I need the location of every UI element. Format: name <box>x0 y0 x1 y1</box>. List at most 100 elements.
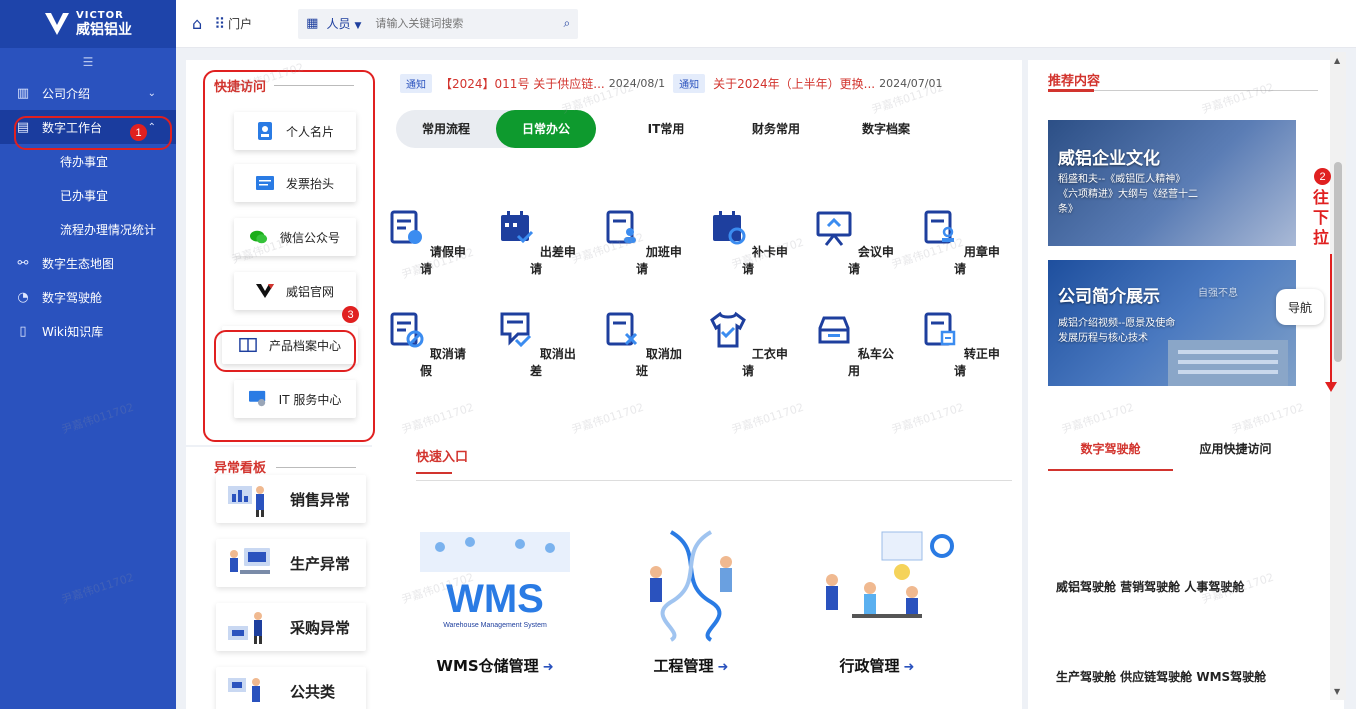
administration-illustration-icon <box>826 531 954 618</box>
banner-company-intro[interactable]: 公司简介展示 自强不息 威铝介绍视频--愿景及使命 发展历程与核心技术 <box>1048 260 1296 386</box>
apps-grid-icon[interactable]: ⠿ <box>214 15 225 33</box>
scrollbar-thumb[interactable] <box>1334 162 1342 362</box>
recommend-underline <box>1048 89 1094 92</box>
abnormal-sales[interactable]: 销售异常 <box>216 475 366 523</box>
banner-culture[interactable]: 威铝企业文化 稻盛和夫--《威铝匠人精神》 《六项精进》大纲与《经营十二 条》 <box>1048 120 1296 246</box>
sidebar-subitem-todo[interactable]: 待办事宜 <box>0 144 176 178</box>
abnormal-production[interactable]: 生产异常 <box>216 539 366 587</box>
tab-digital-cockpit[interactable]: 数字驾驶舱 <box>1048 440 1173 471</box>
chevron-up-icon: ⌃ <box>147 121 156 133</box>
nav-button[interactable]: 导航 <box>1276 289 1324 325</box>
sidebar-item-workbench[interactable]: ▤ 数字工作台 ⌃ <box>0 110 176 144</box>
regularization-form-icon <box>924 312 956 346</box>
tab-digital-archive[interactable]: 数字档案 <box>836 110 936 148</box>
notice-date: 2024/08/1 <box>608 77 666 90</box>
sales-illustration-icon <box>228 486 264 517</box>
func-meeting[interactable]: 会议申请 <box>814 208 894 277</box>
scroll-hint-char: 往 <box>1312 188 1329 207</box>
scroll-up-icon[interactable]: ▲ <box>1334 56 1340 65</box>
entry-engineering[interactable]: 工程管理 ➜ <box>626 522 756 676</box>
wechat-icon <box>249 228 268 246</box>
wms-illustration-icon: WMSWarehouse Management System <box>420 532 570 629</box>
tab-finance-common[interactable]: 财务常用 <box>726 110 826 148</box>
quick-access-title: 快捷访问 <box>214 80 267 95</box>
wms-subtitle: Warehouse Management System <box>443 622 547 629</box>
abnormal-public[interactable]: 公共类 <box>216 667 366 709</box>
entry-wms[interactable]: WMS Warehouse Management System WMS仓储管理 ➜ <box>410 522 580 676</box>
search-input[interactable] <box>375 17 526 30</box>
quick-btn-website[interactable]: 威铝官网 <box>234 272 356 310</box>
sidebar-item-eco-map[interactable]: ⚯ 数字生态地图 <box>0 246 176 280</box>
sidebar-subitem-done[interactable]: 已办事宜 <box>0 178 176 212</box>
func-overtime[interactable]: 加班申请 <box>602 208 682 277</box>
search-icon[interactable]: ⌕ <box>563 16 570 31</box>
abnormal-label: 公共类 <box>290 682 336 701</box>
func-cancel-overtime[interactable]: 取消加班 <box>602 310 682 379</box>
victor-logo-icon <box>45 13 69 35</box>
sidebar-item-cockpit[interactable]: ◔ 数字驾驶舱 <box>0 280 176 314</box>
book-icon: ▯ <box>19 323 27 339</box>
portal-link[interactable]: 门户 <box>228 15 252 32</box>
func-cancel-leave[interactable]: 取消请假 <box>386 310 466 379</box>
entry-administration[interactable]: 行政管理 ➜ <box>792 522 962 676</box>
arrow-circle-right-icon[interactable]: ➜ <box>543 660 554 675</box>
quick-btn-label: 威铝官网 <box>285 284 334 299</box>
quick-btn-product-archive[interactable]: 产品档案中心 <box>222 326 358 364</box>
sidebar-item-wiki[interactable]: ▯ Wiki知识库 <box>0 314 176 348</box>
tab-daily-office[interactable]: 日常办公 <box>496 110 596 148</box>
chevron-down-icon: ⌄ <box>147 87 156 99</box>
category-icon: ▦ <box>306 16 319 31</box>
quick-btn-wechat[interactable]: 微信公众号 <box>234 218 356 256</box>
scroll-down-icon[interactable]: ▼ <box>1334 687 1340 696</box>
sidebar-item-company[interactable]: ▥ 公司介绍 ⌄ <box>0 76 176 110</box>
func-uniform-request[interactable]: 工衣申请 <box>708 310 788 379</box>
abnormal-label: 销售异常 <box>290 490 351 509</box>
func-cancel-trip[interactable]: 取消出差 <box>496 310 576 379</box>
func-label: 取消出差 <box>529 347 576 378</box>
quick-btn-business-card[interactable]: 个人名片 <box>234 112 356 150</box>
abnormal-board-panel: 异常看板 销售异常 生产异常 采购异常 公共类 <box>186 447 372 709</box>
quick-btn-it-service[interactable]: IT 服务中心 <box>234 380 356 418</box>
logo[interactable]: VICTOR 威铝铝业 <box>0 0 176 48</box>
home-icon[interactable]: ⌂ <box>192 14 202 33</box>
notice-link[interactable]: 关于2024年（上半年）更换... <box>713 75 875 92</box>
arrow-circle-right-icon[interactable]: ➜ <box>718 660 729 675</box>
topbar: ⌂ ⠿ 门户 ▦ 人员▼ ⌕ <box>176 0 1356 48</box>
sidebar-subitem-stats[interactable]: 流程办理情况统计 <box>0 212 176 246</box>
cockpit-row-1[interactable]: 威铝驾驶舱 营销驾驶舱 人事驾驶舱 <box>1056 578 1244 595</box>
tab-it-common[interactable]: IT常用 <box>616 110 716 148</box>
tab-common-process[interactable]: 常用流程 <box>396 110 496 148</box>
quick-btn-label: 发票抬头 <box>285 176 334 191</box>
func-regularization[interactable]: 转正申请 <box>920 310 1000 379</box>
notice-link[interactable]: 【2024】011号 关于供应链... <box>440 75 605 92</box>
stamp-form-icon <box>924 210 955 244</box>
quick-btn-label: 微信公众号 <box>279 230 340 245</box>
quick-access-panel: 快捷访问 个人名片 发票抬头 微信公众号 威铝官网 产品档案中心 IT 服务中心 <box>186 60 372 445</box>
annotation-badge-2: 2 <box>1314 168 1331 185</box>
cancel-trip-icon <box>500 312 532 348</box>
banner-title: 公司简介展示 <box>1058 287 1160 307</box>
func-clock-fix[interactable]: 补卡申请 <box>708 208 788 277</box>
leave-form-icon <box>390 210 423 244</box>
tab-app-quick-access[interactable]: 应用快捷访问 <box>1173 440 1298 471</box>
func-leave-request[interactable]: 请假申请 <box>386 208 466 277</box>
divider <box>416 480 1012 481</box>
func-business-trip[interactable]: 出差申请 <box>496 208 576 277</box>
dashboard-icon: ◔ <box>17 289 29 305</box>
collapse-icon[interactable]: ☰ <box>0 52 176 72</box>
search-scope-select[interactable]: 人员 ▼ <box>326 15 361 32</box>
arrow-circle-right-icon[interactable]: ➜ <box>904 660 915 675</box>
public-illustration-icon <box>228 678 260 702</box>
cockpit-row-2[interactable]: 生产驾驶舱 供应链驾驶舱 WMS驾驶舱 <box>1056 668 1266 685</box>
func-private-car[interactable]: 私车公用 <box>814 310 894 379</box>
car-icon <box>818 316 850 344</box>
abnormal-label: 采购异常 <box>290 618 351 637</box>
annotation-badge-1: 1 <box>130 124 147 141</box>
func-seal-request[interactable]: 用章申请 <box>920 208 1000 277</box>
abnormal-procurement[interactable]: 采购异常 <box>216 603 366 651</box>
quick-btn-invoice[interactable]: 发票抬头 <box>234 164 356 202</box>
quick-btn-label: IT 服务中心 <box>278 392 342 407</box>
sidebar: VICTOR 威铝铝业 ☰ ▥ 公司介绍 ⌄ ▤ 数字工作台 ⌃ 待办事宜 已办… <box>0 0 176 709</box>
scrollbar[interactable]: ▲ ▼ <box>1330 52 1346 700</box>
content-area: 快捷访问 个人名片 发票抬头 微信公众号 威铝官网 产品档案中心 IT 服务中心… <box>176 48 1356 709</box>
